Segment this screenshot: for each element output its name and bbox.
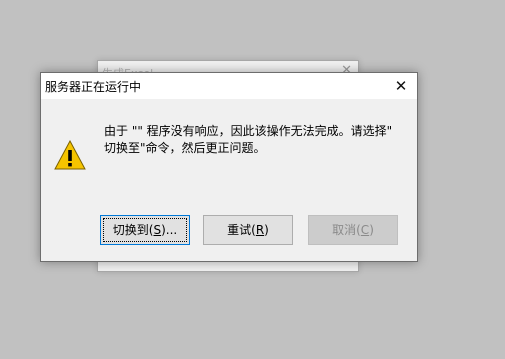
dialog-title: 服务器正在运行中 xyxy=(45,80,142,94)
retry-button[interactable]: 重试(R) xyxy=(203,215,293,245)
message-line-1: 由于 "" 程序没有响应，因此该操作无法完成。请选择" xyxy=(104,124,393,138)
close-icon[interactable]: ✕ xyxy=(389,75,413,97)
retry-suffix: ) xyxy=(264,223,269,237)
server-busy-dialog: 服务器正在运行中 ✕ 由于 "" 程序没有响应，因此该操作无法完成。请选择" 切… xyxy=(40,72,418,262)
switch-to-mnemonic: S xyxy=(153,223,162,237)
switch-to-label: 切换到( xyxy=(112,223,154,237)
warning-icon xyxy=(54,140,86,170)
message-line-2: 切换至"命令，然后更正问题。 xyxy=(104,141,266,155)
cancel-suffix: ) xyxy=(369,223,374,237)
retry-label: 重试( xyxy=(227,223,256,237)
cancel-mnemonic: C xyxy=(360,223,370,237)
cancel-button[interactable]: 取消(C) xyxy=(308,215,398,245)
retry-mnemonic: R xyxy=(255,223,265,237)
switch-to-suffix: )... xyxy=(161,223,178,237)
dialog-message: 由于 "" 程序没有响应，因此该操作无法完成。请选择" 切换至"命令，然后更正问… xyxy=(104,123,404,157)
dialog-titlebar[interactable]: 服务器正在运行中 ✕ xyxy=(41,73,417,99)
cancel-label: 取消( xyxy=(332,223,361,237)
switch-to-button[interactable]: 切换到(S)... xyxy=(100,215,190,245)
